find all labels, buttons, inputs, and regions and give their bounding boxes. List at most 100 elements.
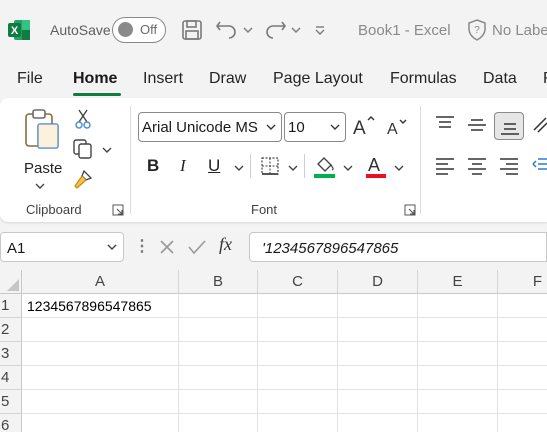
top-align-icon[interactable] bbox=[434, 114, 456, 134]
column-header-d[interactable]: D bbox=[338, 270, 418, 294]
bottom-align-button[interactable] bbox=[494, 112, 524, 140]
tab-home[interactable]: Home bbox=[73, 70, 117, 88]
paste-dropdown-icon[interactable] bbox=[35, 182, 45, 190]
cell-f6[interactable] bbox=[498, 414, 547, 432]
column-header-e[interactable]: E bbox=[418, 270, 498, 294]
sensitivity-label[interactable]: No Label bbox=[492, 22, 547, 39]
clipboard-launcher-icon[interactable] bbox=[112, 204, 124, 216]
cell-a3[interactable] bbox=[22, 342, 179, 366]
cell-c1[interactable] bbox=[258, 294, 338, 318]
cell-b3[interactable] bbox=[179, 342, 258, 366]
align-left-icon[interactable] bbox=[434, 156, 456, 176]
cell-f3[interactable] bbox=[498, 342, 547, 366]
cell-e6[interactable] bbox=[418, 414, 498, 432]
borders-icon[interactable] bbox=[260, 156, 280, 176]
paste-button[interactable]: Paste bbox=[18, 106, 64, 192]
cell-e5[interactable] bbox=[418, 390, 498, 414]
cell-c6[interactable] bbox=[258, 414, 338, 432]
fill-color-dropdown-icon[interactable] bbox=[343, 164, 353, 172]
tab-review[interactable]: R bbox=[543, 70, 547, 88]
cell-f5[interactable] bbox=[498, 390, 547, 414]
row-header-2[interactable]: 2 bbox=[0, 318, 22, 342]
middle-align-icon[interactable] bbox=[466, 116, 488, 136]
cell-b5[interactable] bbox=[179, 390, 258, 414]
column-header-a[interactable]: A bbox=[22, 270, 179, 294]
cell-a6[interactable] bbox=[22, 414, 179, 432]
align-center-icon[interactable] bbox=[466, 156, 488, 176]
underline-dropdown-icon[interactable] bbox=[234, 164, 244, 172]
format-painter-icon[interactable] bbox=[72, 168, 94, 190]
column-header-f[interactable]: F bbox=[498, 270, 547, 294]
font-color-icon[interactable]: A bbox=[365, 154, 387, 180]
cell-d6[interactable] bbox=[338, 414, 418, 432]
insert-function-button[interactable]: fx bbox=[219, 234, 232, 255]
undo-icon[interactable] bbox=[214, 18, 240, 42]
cell-c3[interactable] bbox=[258, 342, 338, 366]
increase-font-size-icon[interactable]: A bbox=[352, 114, 376, 138]
align-right-icon[interactable] bbox=[498, 156, 520, 176]
redo-dropdown-icon[interactable] bbox=[291, 26, 301, 34]
column-header-c[interactable]: C bbox=[258, 270, 338, 294]
enter-icon[interactable] bbox=[187, 238, 207, 256]
cell-a4[interactable] bbox=[22, 366, 179, 390]
row-header-6[interactable]: 6 bbox=[0, 414, 22, 432]
decrease-font-size-icon[interactable]: A bbox=[386, 116, 408, 138]
customize-toolbar-icon[interactable] bbox=[314, 26, 326, 36]
redo-icon[interactable] bbox=[262, 18, 288, 42]
tab-draw[interactable]: Draw bbox=[209, 70, 246, 88]
bold-button[interactable]: B bbox=[147, 156, 159, 176]
tab-insert[interactable]: Insert bbox=[143, 70, 183, 88]
font-name-select[interactable]: Arial Unicode MS bbox=[138, 112, 282, 142]
italic-button[interactable]: I bbox=[180, 156, 186, 176]
row-header-4[interactable]: 4 bbox=[0, 366, 22, 390]
undo-dropdown-icon[interactable] bbox=[243, 26, 253, 34]
shield-icon[interactable]: ? bbox=[467, 19, 487, 41]
cell-f1[interactable] bbox=[498, 294, 547, 318]
cell-c4[interactable] bbox=[258, 366, 338, 390]
cell-d2[interactable] bbox=[338, 318, 418, 342]
row-header-1[interactable]: 1 bbox=[0, 294, 22, 318]
cell-e2[interactable] bbox=[418, 318, 498, 342]
cell-e4[interactable] bbox=[418, 366, 498, 390]
font-launcher-icon[interactable] bbox=[404, 204, 416, 216]
borders-dropdown-icon[interactable] bbox=[288, 164, 298, 172]
tab-file[interactable]: File bbox=[17, 70, 43, 88]
cell-b2[interactable] bbox=[179, 318, 258, 342]
cell-f4[interactable] bbox=[498, 366, 547, 390]
save-icon[interactable] bbox=[180, 18, 204, 42]
select-all-button[interactable] bbox=[0, 270, 22, 294]
font-size-select[interactable]: 10 bbox=[284, 112, 346, 142]
cell-d3[interactable] bbox=[338, 342, 418, 366]
tab-data[interactable]: Data bbox=[483, 70, 517, 88]
cell-f2[interactable] bbox=[498, 318, 547, 342]
copy-icon[interactable] bbox=[72, 138, 94, 160]
cell-b6[interactable] bbox=[179, 414, 258, 432]
cell-d5[interactable] bbox=[338, 390, 418, 414]
cancel-icon[interactable] bbox=[158, 238, 176, 256]
cell-a2[interactable] bbox=[22, 318, 179, 342]
autosave-toggle[interactable]: Off bbox=[112, 17, 166, 43]
column-header-b[interactable]: B bbox=[179, 270, 258, 294]
cell-e1[interactable] bbox=[418, 294, 498, 318]
cell-c5[interactable] bbox=[258, 390, 338, 414]
name-box[interactable]: A1 bbox=[0, 232, 124, 262]
worksheet-grid[interactable]: A B C D E F 1 2 3 4 5 6 1234567896547865 bbox=[0, 270, 547, 432]
tab-formulas[interactable]: Formulas bbox=[390, 70, 457, 88]
fill-color-icon[interactable] bbox=[313, 154, 337, 180]
copy-dropdown-icon[interactable] bbox=[102, 146, 112, 154]
decrease-indent-icon[interactable] bbox=[532, 156, 547, 176]
formula-input[interactable]: '1234567896547865 bbox=[249, 232, 547, 262]
cell-e3[interactable] bbox=[418, 342, 498, 366]
cell-b4[interactable] bbox=[179, 366, 258, 390]
tab-page-layout[interactable]: Page Layout bbox=[273, 70, 363, 88]
underline-button[interactable]: U bbox=[208, 156, 220, 176]
cut-icon[interactable] bbox=[74, 108, 92, 130]
cell-d4[interactable] bbox=[338, 366, 418, 390]
cell-c2[interactable] bbox=[258, 318, 338, 342]
font-color-dropdown-icon[interactable] bbox=[394, 164, 404, 172]
cell-d1[interactable] bbox=[338, 294, 418, 318]
row-header-3[interactable]: 3 bbox=[0, 342, 22, 366]
cell-b1[interactable] bbox=[179, 294, 258, 318]
row-header-5[interactable]: 5 bbox=[0, 390, 22, 414]
cell-a5[interactable] bbox=[22, 390, 179, 414]
